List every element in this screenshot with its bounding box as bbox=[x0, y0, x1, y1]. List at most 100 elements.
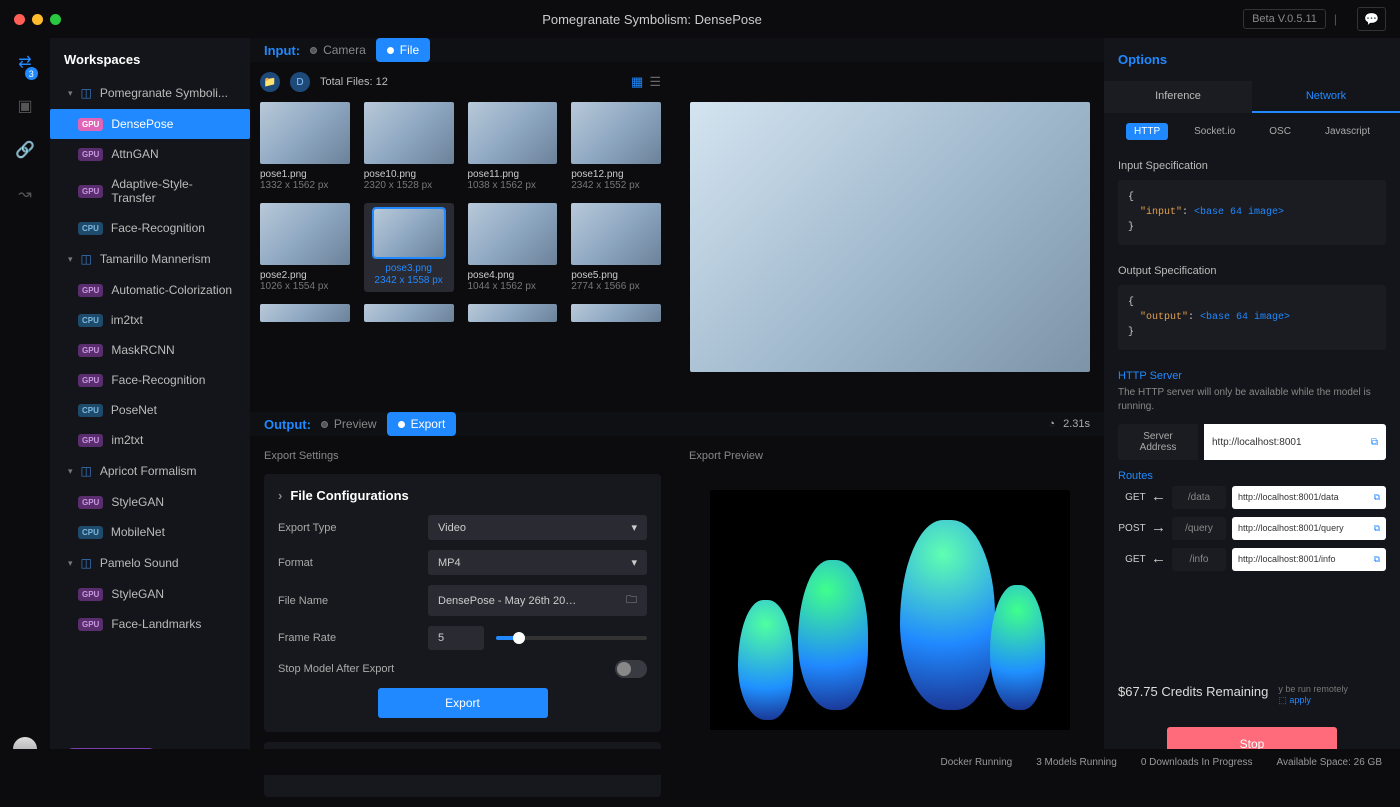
server-address-value[interactable]: http://localhost:8001⧉ bbox=[1204, 424, 1386, 460]
copy-icon[interactable]: ⧉ bbox=[1374, 492, 1380, 503]
chevron-down-icon: ▾ bbox=[68, 88, 73, 99]
window-controls[interactable] bbox=[14, 14, 61, 25]
chat-icon[interactable]: 💬 bbox=[1357, 7, 1386, 31]
options-panel: Options Inference Network HTTPSocket.ioO… bbox=[1104, 38, 1400, 775]
close-icon[interactable] bbox=[14, 14, 25, 25]
copy-icon[interactable]: ⧉ bbox=[1371, 437, 1378, 448]
model-item[interactable]: GPUStyleGAN bbox=[50, 579, 250, 609]
http-method: POST → bbox=[1118, 523, 1166, 534]
compute-chip: GPU bbox=[78, 344, 103, 357]
thumbnail-image bbox=[364, 102, 454, 164]
http-server-desc: The HTTP server will only be available w… bbox=[1118, 386, 1386, 414]
workspace-icon: ◫ bbox=[81, 464, 92, 478]
status-downloads: 0 Downloads In Progress bbox=[1141, 757, 1253, 768]
file-thumb[interactable] bbox=[468, 304, 558, 322]
framerate-input[interactable] bbox=[428, 626, 484, 650]
status-models: 3 Models Running bbox=[1036, 757, 1117, 768]
stop-after-toggle[interactable] bbox=[615, 660, 647, 678]
chevron-right-icon[interactable]: › bbox=[278, 488, 282, 503]
compute-chip: GPU bbox=[78, 284, 103, 297]
tab-network[interactable]: Network bbox=[1252, 81, 1400, 113]
compute-chip: GPU bbox=[78, 588, 103, 601]
thumbnail-image bbox=[260, 102, 350, 164]
compute-chip: GPU bbox=[78, 118, 103, 131]
apply-link[interactable]: ⬚ apply bbox=[1278, 695, 1311, 705]
tab-inference[interactable]: Inference bbox=[1104, 81, 1252, 113]
filename-input[interactable]: DensePose - May 26th 2019 at ...🗀 bbox=[428, 585, 647, 616]
row-framerate-label: Frame Rate bbox=[278, 632, 428, 644]
file-thumb[interactable]: pose5.png2774 x 1566 px bbox=[571, 203, 661, 292]
link-icon[interactable]: 🔗 bbox=[15, 140, 35, 160]
file-thumb[interactable]: pose10.png2320 x 1528 px bbox=[364, 102, 454, 191]
model-item[interactable]: GPUAdaptive-Style-Transfer bbox=[50, 169, 250, 213]
model-item[interactable]: GPUDensePose bbox=[50, 109, 250, 139]
model-item[interactable]: CPUim2txt bbox=[50, 305, 250, 335]
route-icon[interactable]: ↝ bbox=[18, 184, 31, 204]
file-thumb[interactable] bbox=[364, 304, 454, 322]
copy-icon[interactable]: ⧉ bbox=[1374, 554, 1380, 565]
list-view-icon[interactable]: ☰ bbox=[649, 74, 661, 90]
file-thumb[interactable]: pose12.png2342 x 1552 px bbox=[571, 102, 661, 191]
copy-icon[interactable]: ⧉ bbox=[1374, 523, 1380, 534]
input-preview-image bbox=[690, 102, 1090, 372]
format-select[interactable]: MP4▾ bbox=[428, 550, 647, 575]
subtab-socket.io[interactable]: Socket.io bbox=[1186, 123, 1243, 140]
file-thumb[interactable]: pose3.png2342 x 1558 px bbox=[364, 203, 454, 292]
model-item[interactable]: CPUPoseNet bbox=[50, 395, 250, 425]
framerate-slider[interactable] bbox=[496, 636, 647, 640]
file-thumb[interactable] bbox=[571, 304, 661, 322]
workspace-icon: ◫ bbox=[81, 252, 92, 266]
route-url[interactable]: http://localhost:8001/info⧉ bbox=[1232, 548, 1386, 571]
box-icon[interactable]: ▣ bbox=[17, 96, 32, 116]
route-url[interactable]: http://localhost:8001/query⧉ bbox=[1232, 517, 1386, 540]
file-thumb[interactable]: pose4.png1044 x 1562 px bbox=[468, 203, 558, 292]
folder-button[interactable]: 📁 bbox=[260, 72, 280, 92]
route-url[interactable]: http://localhost:8001/data⧉ bbox=[1232, 486, 1386, 509]
maximize-icon[interactable] bbox=[50, 14, 61, 25]
swap-icon[interactable]: ⇄3 bbox=[18, 52, 31, 72]
route-row: GET ←/infohttp://localhost:8001/info⧉ bbox=[1118, 548, 1386, 571]
model-item[interactable]: GPUAutomatic-Colorization bbox=[50, 275, 250, 305]
model-item[interactable]: GPUim2txt bbox=[50, 425, 250, 455]
workspace-icon: ◫ bbox=[81, 86, 92, 100]
workspace-item[interactable]: ▾◫Apricot Formalism bbox=[50, 455, 250, 487]
input-source-file[interactable]: File bbox=[376, 38, 430, 62]
file-thumb[interactable]: pose2.png1026 x 1554 px bbox=[260, 203, 350, 292]
subtab-http[interactable]: HTTP bbox=[1126, 123, 1168, 140]
thumbnail-image bbox=[468, 304, 558, 322]
file-config-card: ›File Configurations Export TypeVideo▾ F… bbox=[264, 474, 661, 732]
compute-chip: GPU bbox=[78, 496, 103, 509]
compute-chip: GPU bbox=[78, 148, 103, 161]
file-thumb[interactable]: pose11.png1038 x 1562 px bbox=[468, 102, 558, 191]
model-item[interactable]: GPUFace-Recognition bbox=[50, 365, 250, 395]
sidebar-header: Workspaces bbox=[50, 38, 250, 77]
subtab-osc[interactable]: OSC bbox=[1261, 123, 1299, 140]
workspace-item[interactable]: ▾◫Tamarillo Mannerism bbox=[50, 243, 250, 275]
routes-title: Routes bbox=[1118, 470, 1386, 482]
model-item[interactable]: CPUFace-Recognition bbox=[50, 213, 250, 243]
export-type-select[interactable]: Video▾ bbox=[428, 515, 647, 540]
d-button[interactable]: D bbox=[290, 72, 310, 92]
file-thumb[interactable]: pose1.png1332 x 1562 px bbox=[260, 102, 350, 191]
model-item[interactable]: GPUAttnGAN bbox=[50, 139, 250, 169]
workspace-item[interactable]: ▾◫Pomegranate Symboli... bbox=[50, 77, 250, 109]
output-mode-preview[interactable]: Preview bbox=[321, 417, 377, 431]
compute-chip: CPU bbox=[78, 314, 103, 327]
export-button[interactable]: Export bbox=[378, 688, 548, 718]
workspace-item[interactable]: ▾◫Pamelo Sound bbox=[50, 547, 250, 579]
model-item[interactable]: GPUFace-Landmarks bbox=[50, 609, 250, 639]
minimize-icon[interactable] bbox=[32, 14, 43, 25]
folder-icon[interactable]: 🗀 bbox=[626, 591, 637, 610]
file-thumb[interactable] bbox=[260, 304, 350, 322]
output-mode-export[interactable]: Export bbox=[387, 412, 457, 436]
rail-badge: 3 bbox=[25, 67, 38, 80]
model-item[interactable]: GPUMaskRCNN bbox=[50, 335, 250, 365]
thumbnail-image bbox=[571, 203, 661, 265]
input-source-camera[interactable]: Camera bbox=[310, 43, 366, 57]
model-item[interactable]: CPUMobileNet bbox=[50, 517, 250, 547]
model-item[interactable]: GPUStyleGAN bbox=[50, 487, 250, 517]
subtab-javascript[interactable]: Javascript bbox=[1317, 123, 1378, 140]
grid-view-icon[interactable]: ▦ bbox=[631, 74, 643, 90]
thumbnail-image bbox=[571, 304, 661, 322]
compute-chip: CPU bbox=[78, 222, 103, 235]
